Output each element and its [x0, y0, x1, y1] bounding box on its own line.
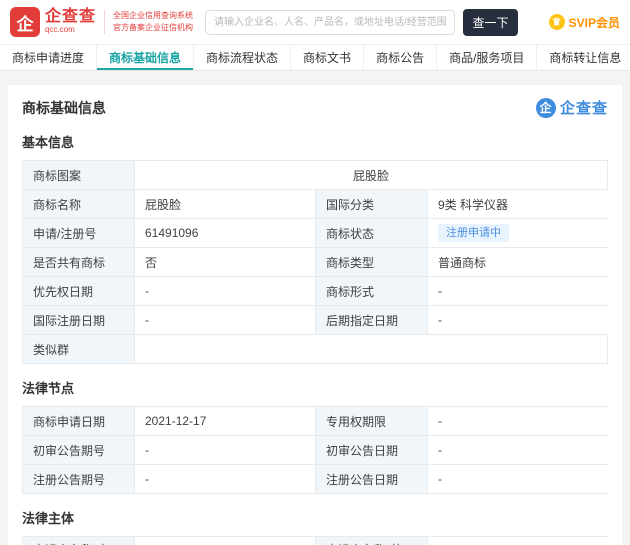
field-value: 盒马（中国）有限公司	[135, 537, 316, 545]
field-label: 国际注册日期	[23, 306, 135, 334]
field-value: 61491096	[135, 219, 316, 247]
field-label: 国际分类	[316, 190, 428, 218]
tab-item-4[interactable]: 商标文书	[291, 45, 364, 70]
table-row: 商标申请日期2021-12-17专用权期限-	[23, 407, 607, 436]
trademark-info-card: 商标基础信息 企 企查查 基本信息商标图案屁股脸商标名称屁股脸国际分类9类 科学…	[8, 85, 622, 545]
field-label: 商标名称	[23, 190, 135, 218]
field-value: -	[428, 436, 609, 464]
header-slogan: 全国企业信用查询系统 官方备案企业征信机构	[104, 10, 193, 34]
slogan-line-1: 全国企业信用查询系统	[113, 10, 193, 22]
field-value: 注册申请中	[428, 219, 609, 247]
qcc-watermark-icon: 企	[536, 98, 556, 118]
table-row: 是否共有商标否商标类型普通商标	[23, 248, 607, 277]
tab-item-5[interactable]: 商标公告	[364, 45, 437, 70]
section: 法律节点商标申请日期2021-12-17专用权期限-初审公告期号-初审公告日期-…	[22, 378, 608, 494]
crown-icon: ♛	[549, 14, 565, 30]
field-value: -	[428, 277, 609, 305]
table-row: 商标图案屁股脸	[23, 161, 607, 190]
table-row: 商标名称屁股脸国际分类9类 科学仪器	[23, 190, 607, 219]
field-label: 商标类型	[316, 248, 428, 276]
section: 基本信息商标图案屁股脸商标名称屁股脸国际分类9类 科学仪器申请/注册号61491…	[22, 132, 608, 364]
field-value: 普通商标	[428, 248, 609, 276]
tab-item-2[interactable]: 商标基础信息	[97, 45, 194, 70]
table-row: 申请/注册号61491096商标状态注册申请中	[23, 219, 607, 248]
search-input[interactable]	[205, 10, 455, 35]
card-header: 商标基础信息 企 企查查	[22, 97, 608, 118]
page-title: 商标基础信息	[22, 98, 106, 118]
field-label: 优先权日期	[23, 277, 135, 305]
tab-item-7[interactable]: 商标转让信息	[537, 45, 630, 70]
field-label: 专用权期限	[316, 407, 428, 435]
table-row: 初审公告期号-初审公告日期-	[23, 436, 607, 465]
tab-bar: 商标申请进度商标基础信息商标流程状态商标文书商标公告商品/服务项目商标转让信息	[0, 44, 630, 71]
qcc-watermark-text: 企查查	[560, 97, 608, 118]
field-value: -	[135, 306, 316, 334]
field-label: 类似群	[23, 335, 135, 363]
field-label: 后期指定日期	[316, 306, 428, 334]
top-header: 企 企查查 qcc.com 全国企业信用查询系统 官方备案企业征信机构 查一下 …	[0, 0, 630, 44]
tab-item-3[interactable]: 商标流程状态	[194, 45, 291, 70]
section-title: 基本信息	[22, 132, 608, 151]
slogan-line-2: 官方备案企业征信机构	[113, 22, 193, 34]
field-value: -	[428, 465, 609, 493]
svip-entry[interactable]: ♛ SVIP会员	[549, 14, 620, 31]
field-label: 商标图案	[23, 161, 135, 189]
field-value: -	[135, 465, 316, 493]
field-value: 否	[135, 248, 316, 276]
section: 法律主体申请人名称(中文)盒马（中国）有限公司申请人名称(英文)-	[22, 508, 608, 545]
field-label: 初审公告期号	[23, 436, 135, 464]
field-label: 申请人名称(英文)	[316, 537, 428, 545]
search-bar: 查一下	[205, 9, 518, 36]
table-row: 类似群	[23, 335, 607, 364]
field-label: 注册公告期号	[23, 465, 135, 493]
field-label: 商标申请日期	[23, 407, 135, 435]
field-label: 申请人名称(中文)	[23, 537, 135, 545]
qcc-logo[interactable]: 企 企查查 qcc.com	[10, 7, 96, 37]
field-value: 屁股脸	[135, 190, 316, 218]
qcc-logo-text: 企查查 qcc.com	[45, 9, 96, 34]
field-value: -	[428, 306, 609, 334]
field-value: 2021-12-17	[135, 407, 316, 435]
field-label: 注册公告日期	[316, 465, 428, 493]
section-title: 法律主体	[22, 508, 608, 527]
tab-item-1[interactable]: 商标申请进度	[0, 45, 97, 70]
field-value: 屁股脸	[135, 161, 607, 189]
field-value: -	[428, 537, 609, 545]
sections-root: 基本信息商标图案屁股脸商标名称屁股脸国际分类9类 科学仪器申请/注册号61491…	[22, 132, 608, 545]
svip-label: SVIP会员	[569, 14, 620, 31]
field-value: -	[135, 436, 316, 464]
info-table: 申请人名称(中文)盒马（中国）有限公司申请人名称(英文)-	[22, 536, 608, 545]
info-table: 商标图案屁股脸商标名称屁股脸国际分类9类 科学仪器申请/注册号61491096商…	[22, 160, 608, 364]
section-title: 法律节点	[22, 378, 608, 397]
table-row: 申请人名称(中文)盒马（中国）有限公司申请人名称(英文)-	[23, 537, 607, 545]
status-badge: 注册申请中	[438, 224, 509, 242]
qcc-logo-icon: 企	[10, 7, 40, 37]
tab-item-6[interactable]: 商品/服务项目	[437, 45, 537, 70]
table-row: 国际注册日期-后期指定日期-	[23, 306, 607, 335]
field-value: -	[135, 277, 316, 305]
field-label: 商标形式	[316, 277, 428, 305]
table-row: 注册公告期号-注册公告日期-	[23, 465, 607, 494]
field-label: 初审公告日期	[316, 436, 428, 464]
field-label: 商标状态	[316, 219, 428, 247]
info-table: 商标申请日期2021-12-17专用权期限-初审公告期号-初审公告日期-注册公告…	[22, 406, 608, 494]
field-value	[135, 335, 607, 363]
table-row: 优先权日期-商标形式-	[23, 277, 607, 306]
qcc-watermark-logo: 企 企查查	[536, 97, 608, 118]
field-label: 是否共有商标	[23, 248, 135, 276]
field-value: 9类 科学仪器	[428, 190, 609, 218]
logo-subtitle: qcc.com	[45, 26, 96, 34]
field-value: -	[428, 407, 609, 435]
search-button[interactable]: 查一下	[463, 9, 518, 36]
field-label: 申请/注册号	[23, 219, 135, 247]
logo-title: 企查查	[45, 9, 96, 26]
